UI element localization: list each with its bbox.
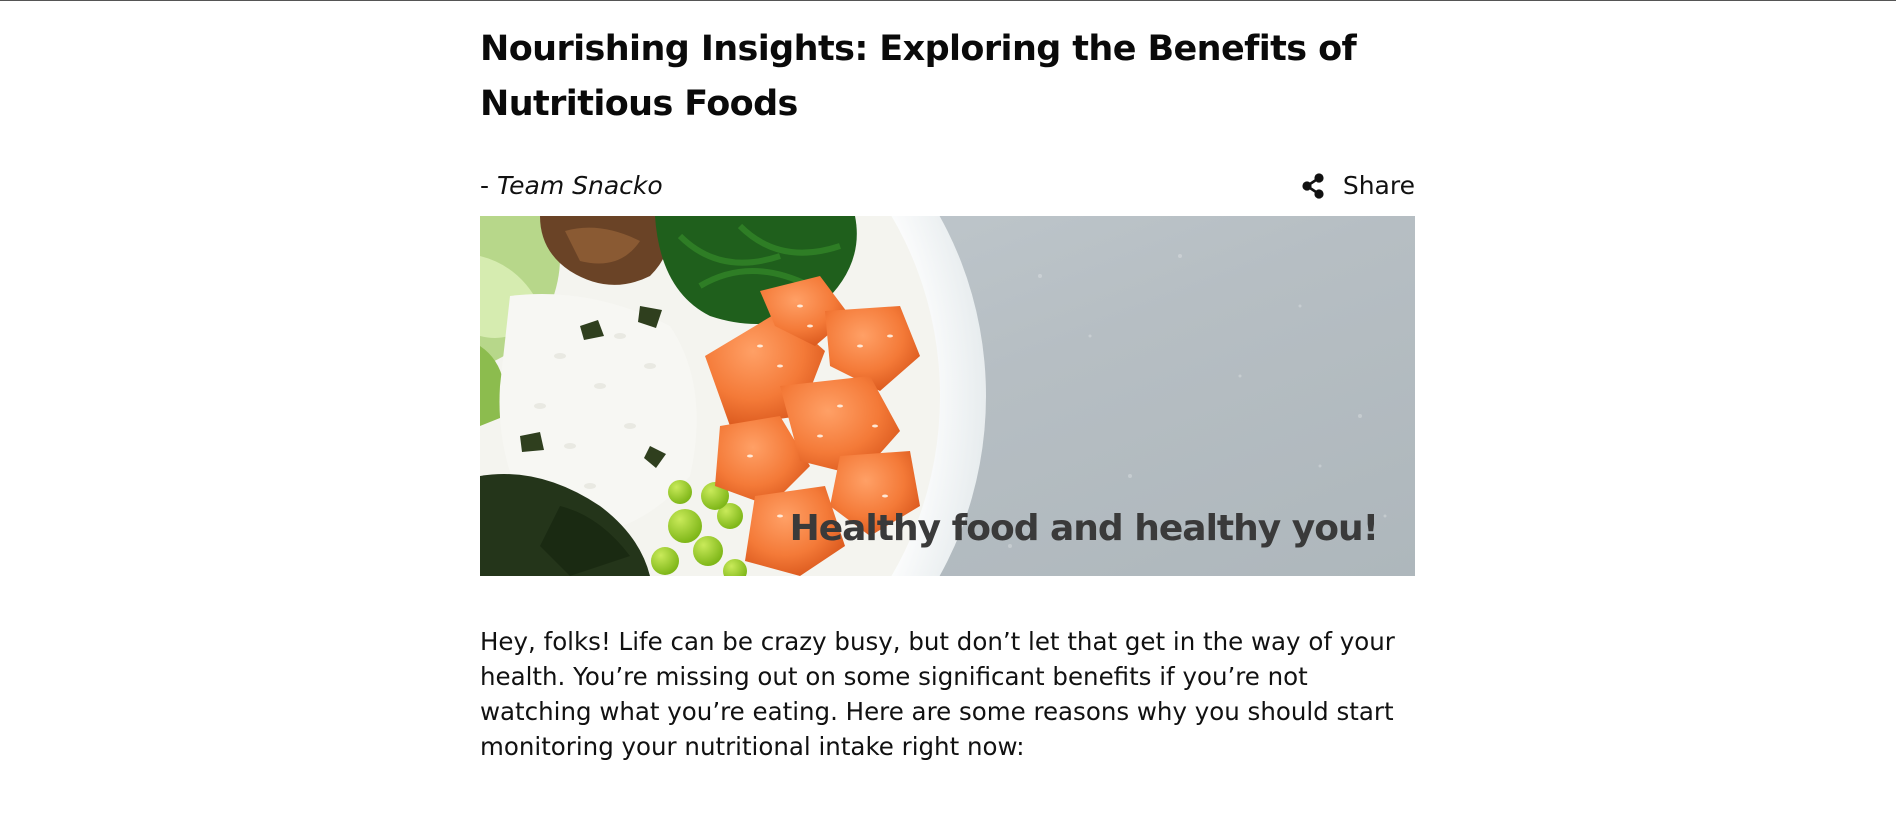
hero-caption: Healthy food and healthy you! (789, 508, 1379, 549)
hero-image: Healthy food and healthy you! (480, 216, 1415, 576)
share-button[interactable]: Share (1301, 168, 1415, 204)
article-title: Nourishing Insights: Exploring the Benef… (480, 29, 1357, 124)
intro-paragraph: Hey, folks! Life can be crazy busy, but … (480, 627, 1395, 761)
share-label: Share (1342, 171, 1415, 200)
author-name: Team Snacko (496, 171, 663, 200)
top-border (0, 0, 1896, 1)
byline: - Team Snacko (480, 168, 663, 204)
share-icon (1301, 173, 1325, 199)
byline-prefix: - (480, 171, 497, 200)
article-meta: - Team Snacko Share (480, 168, 1415, 204)
